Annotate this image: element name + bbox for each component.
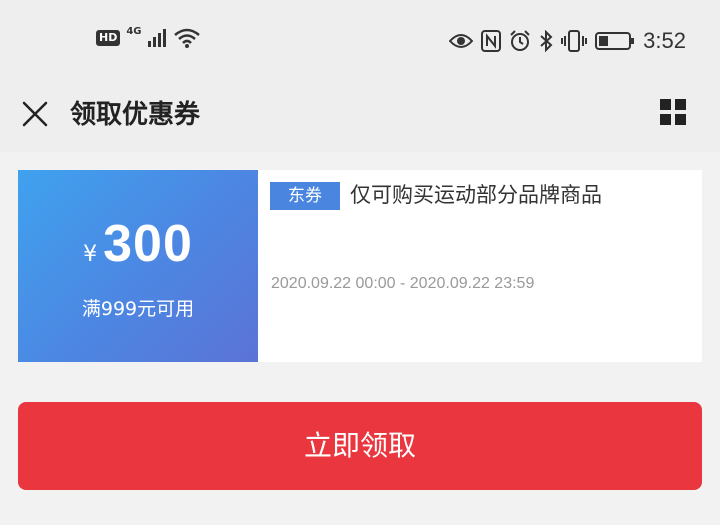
alarm-icon: [510, 30, 530, 51]
status-right: 3:52: [449, 28, 686, 54]
clock-time: 3:52: [643, 28, 686, 53]
bluetooth-icon: [540, 30, 553, 52]
status-bar: HD 4G 3:52: [0, 0, 720, 80]
page-header: 领取优惠券: [0, 80, 720, 152]
hd-badge: HD: [96, 30, 121, 46]
wifi-icon: [173, 28, 200, 48]
coupon-card[interactable]: ¥300 满999元可用 东券 仅可购买运动部分品牌商品 2020.09.22 …: [13, 170, 702, 362]
more-menu-button[interactable]: [659, 98, 687, 126]
page-title: 领取优惠券: [70, 100, 201, 130]
network-type: 4G: [126, 25, 142, 37]
coupon-condition: 满999元可用: [81, 298, 195, 320]
claim-button[interactable]: 立即领取: [18, 402, 702, 490]
grid-icon: [660, 99, 686, 125]
coupon-description: 仅可购买运动部分品牌商品: [350, 183, 602, 207]
status-left: HD 4G: [96, 25, 200, 48]
vibrate-icon: [561, 30, 588, 52]
close-icon: [22, 101, 48, 127]
coupon-amount-panel: ¥300 满999元可用: [13, 170, 258, 362]
close-button[interactable]: [18, 97, 52, 131]
eye-icon: [449, 34, 474, 48]
battery-icon: [595, 32, 635, 50]
signal-icon: [147, 29, 166, 47]
coupon-amount-row: ¥300: [18, 214, 258, 274]
coupon-validity: 2020.09.22 00:00 - 2020.09.22 23:59: [271, 275, 535, 292]
coupon-type-tag: 东券: [270, 182, 340, 210]
coupon-amount: 300: [103, 215, 193, 273]
nfc-icon: [481, 30, 502, 52]
currency-symbol: ¥: [83, 242, 98, 267]
